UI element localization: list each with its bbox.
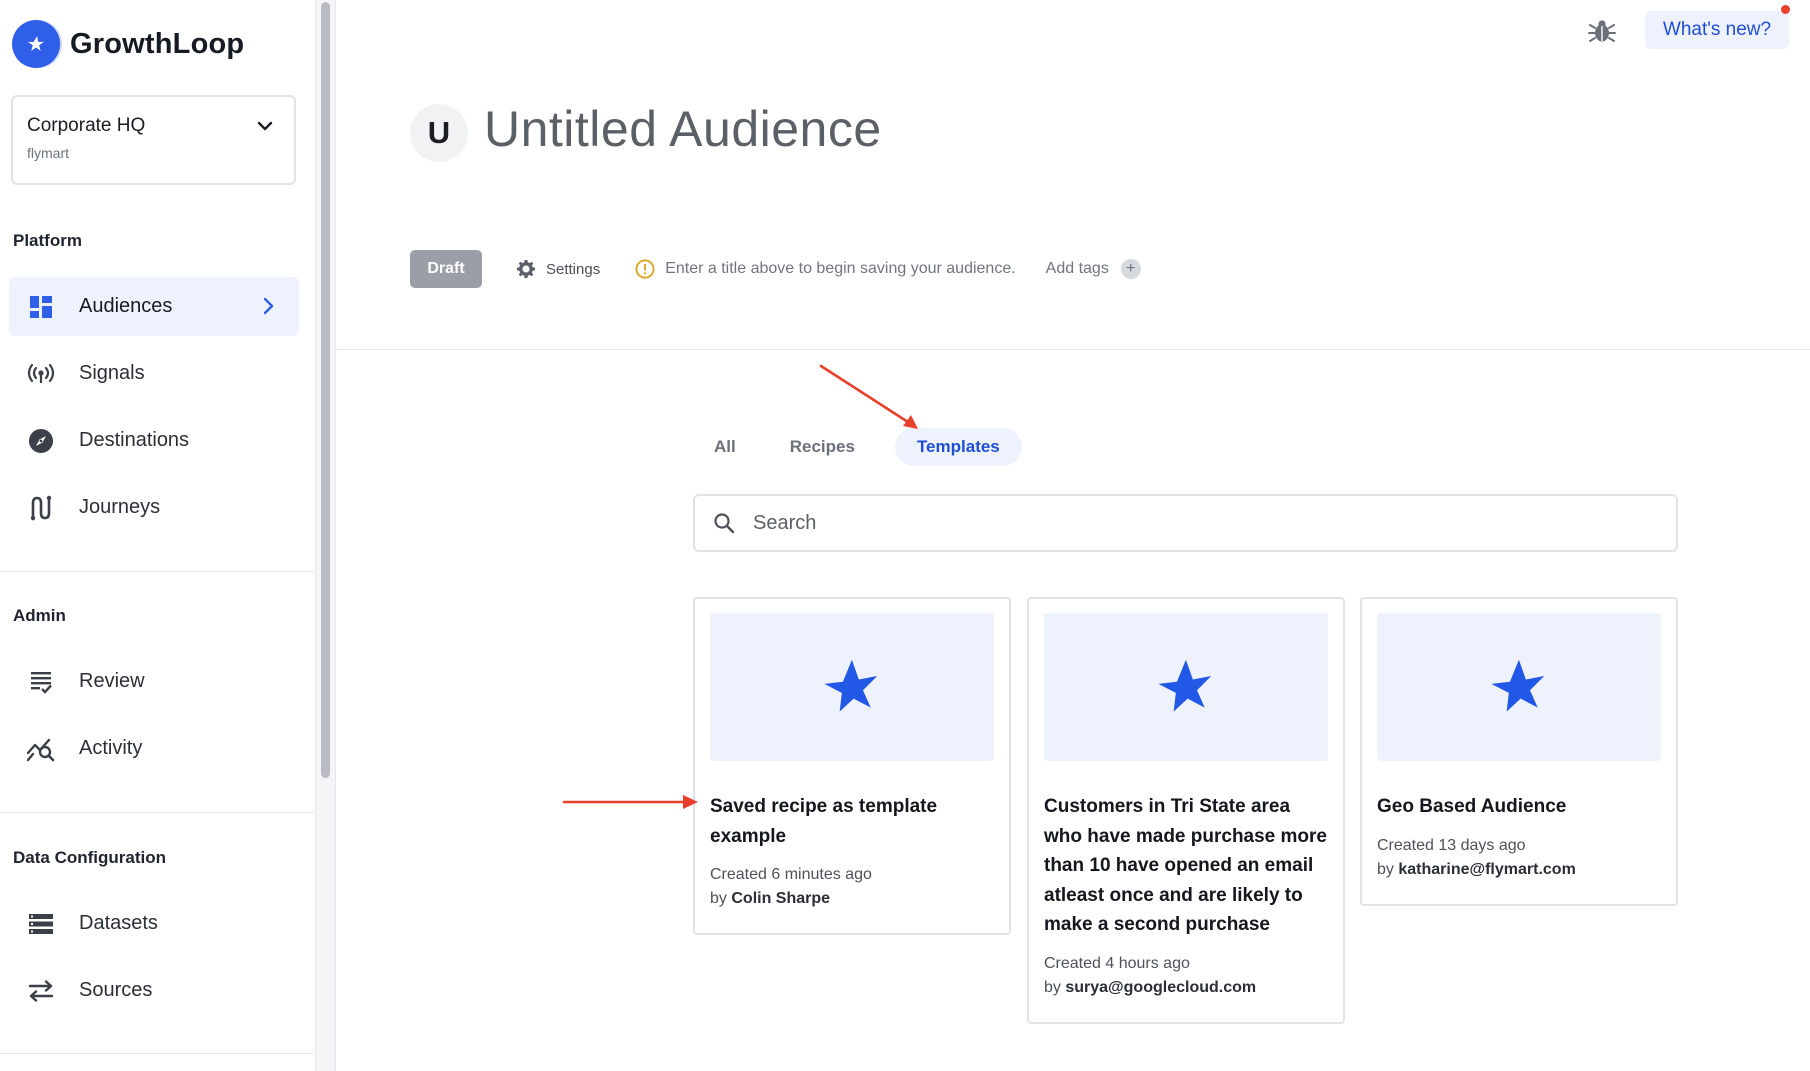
chevron-down-icon (257, 121, 273, 131)
search-icon (714, 513, 735, 534)
datasets-icon (27, 910, 55, 938)
template-author-line: by Colin Sharpe (710, 887, 994, 911)
template-title: Customers in Tri State area who have mad… (1044, 796, 1327, 935)
template-created: Created 4 hours ago (1044, 954, 1190, 972)
template-card[interactable]: Saved recipe as template example Created… (693, 597, 1011, 935)
plus-icon: + (1120, 259, 1141, 279)
save-warning: Enter a title above to begin saving your… (635, 259, 1016, 279)
sidebar-item-label: Sources (79, 979, 153, 1001)
page-title[interactable]: Untitled Audience (484, 100, 882, 158)
swap-arrows-icon (27, 977, 55, 1005)
sidebar-item-datasets[interactable]: Datasets (9, 894, 299, 953)
broadcast-signal-icon (27, 360, 55, 388)
sidebar-item-label: Destinations (79, 429, 190, 451)
gear-icon (517, 260, 535, 278)
sidebar-item-label: Review (79, 670, 145, 692)
settings-button[interactable]: Settings (516, 259, 600, 279)
template-author-line: by katharine@flymart.com (1377, 858, 1661, 882)
sidebar-item-journeys[interactable]: Journeys (9, 478, 299, 537)
add-tags-label: Add tags (1045, 260, 1109, 277)
sidebar-item-destinations[interactable]: Destinations (9, 411, 299, 470)
tab-all[interactable]: All (700, 428, 750, 466)
bug-icon[interactable] (1587, 16, 1617, 46)
org-subtitle: flymart (27, 145, 69, 161)
annotation-arrow-card (562, 795, 698, 809)
sidebar-item-audiences[interactable]: Audiences (9, 277, 299, 336)
growthloop-logo-icon (12, 20, 60, 68)
template-thumbnail (1377, 613, 1661, 761)
brand-name: GrowthLoop (70, 27, 245, 60)
review-list-icon (27, 668, 55, 696)
template-author-line: by surya@googlecloud.com (1044, 976, 1328, 1000)
header-divider (337, 349, 1810, 350)
template-created: Created 6 minutes ago (710, 866, 872, 883)
template-thumbnail (710, 613, 994, 761)
whats-new-button[interactable]: What's new? (1645, 11, 1789, 49)
template-title: Geo Based Audience (1377, 796, 1567, 817)
sidebar: GrowthLoop Corporate HQ flymart Platform… (0, 0, 316, 1071)
template-filter-tabs: All Recipes Templates (700, 428, 1022, 466)
activity-chart-icon (27, 735, 55, 763)
dashboard-grid-icon (27, 293, 55, 321)
sidebar-divider (0, 571, 316, 572)
sidebar-item-activity[interactable]: Activity (9, 719, 299, 778)
sidebar-item-label: Activity (79, 737, 143, 759)
tab-templates[interactable]: Templates (894, 428, 1022, 466)
brand[interactable]: GrowthLoop (12, 20, 244, 68)
author-prefix: by (1044, 978, 1061, 996)
sidebar-item-label: Datasets (79, 912, 158, 934)
sidebar-scrollbar[interactable] (316, 0, 336, 1071)
sidebar-divider (0, 1053, 316, 1054)
notification-dot (1781, 5, 1790, 14)
template-created: Created 13 days ago (1377, 836, 1526, 854)
growthloop-star-icon (824, 659, 878, 712)
warning-circle-icon (635, 259, 655, 279)
author-prefix: by (1377, 860, 1394, 878)
journey-path-icon (27, 494, 55, 522)
tab-recipes[interactable]: Recipes (776, 428, 869, 466)
growthloop-star-icon (1491, 659, 1545, 712)
chevron-right-icon (263, 297, 274, 315)
org-selector[interactable]: Corporate HQ flymart (11, 95, 296, 185)
template-title: Saved recipe as template example (710, 796, 938, 847)
sidebar-divider (0, 812, 316, 813)
template-thumbnail (1044, 613, 1328, 761)
sidebar-item-signals[interactable]: Signals (9, 344, 299, 403)
sidebar-item-label: Journeys (79, 496, 161, 518)
section-platform: Platform (13, 231, 82, 250)
sidebar-item-label: Audiences (79, 295, 173, 317)
audience-meta-row: Draft Settings Enter a title above to be… (410, 250, 1141, 288)
settings-label: Settings (546, 260, 601, 278)
sidebar-scrollbar-thumb[interactable] (321, 2, 330, 778)
author-prefix: by (710, 890, 727, 907)
section-admin: Admin (13, 606, 66, 625)
template-card[interactable]: Geo Based Audience Created 13 days ago b… (1360, 597, 1678, 906)
section-data-configuration: Data Configuration (13, 848, 166, 867)
add-tags-button[interactable]: Add tags + (1046, 259, 1141, 279)
status-badge: Draft (410, 250, 482, 288)
search-input[interactable] (753, 511, 1653, 535)
template-author: katharine@flymart.com (1398, 860, 1576, 878)
growthloop-star-icon (1158, 659, 1212, 712)
sidebar-item-review[interactable]: Review (9, 652, 299, 711)
sidebar-item-sources[interactable]: Sources (9, 961, 299, 1020)
org-name: Corporate HQ (27, 115, 146, 136)
template-card[interactable]: Customers in Tri State area who have mad… (1027, 597, 1345, 1024)
template-author: surya@googlecloud.com (1065, 978, 1257, 996)
save-warning-text: Enter a title above to begin saving your… (665, 260, 1016, 277)
audience-avatar: U (410, 104, 468, 162)
compass-icon (27, 427, 55, 455)
sidebar-item-label: Signals (79, 362, 145, 384)
template-author: Colin Sharpe (731, 890, 831, 907)
search-box (693, 494, 1678, 552)
annotation-arrow-templates (819, 364, 918, 429)
